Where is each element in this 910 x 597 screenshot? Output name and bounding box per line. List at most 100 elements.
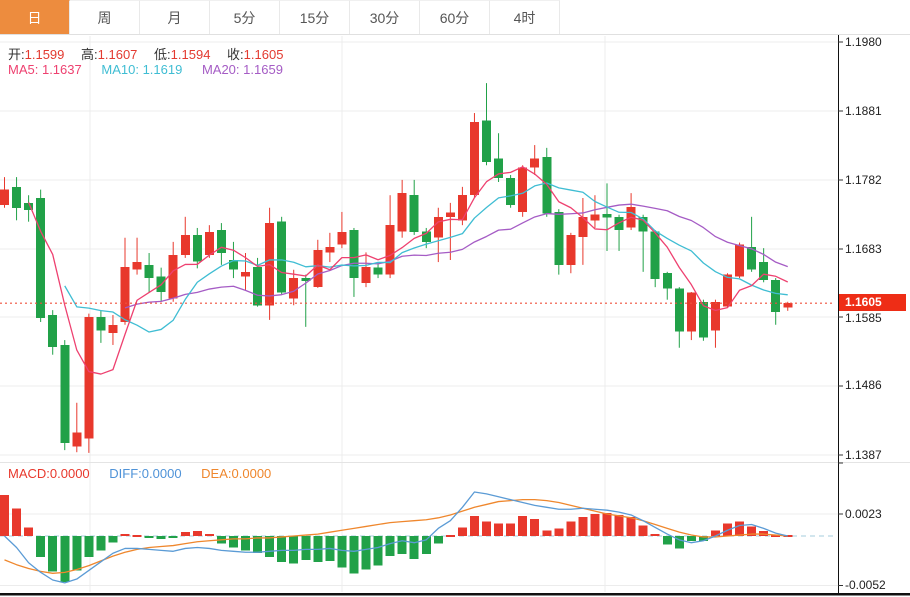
candle-body: [60, 345, 69, 443]
macd-bar: [121, 534, 130, 536]
candle: [590, 195, 599, 228]
macd-bar: [482, 522, 491, 536]
candle: [747, 217, 756, 272]
ma20-value: 1.1659: [243, 62, 283, 77]
open-label: 开:: [8, 47, 25, 62]
ohlc-legend: 开:1.1599 高:1.1607 低:1.1594 收:1.1605: [8, 44, 296, 63]
candle-body: [735, 245, 744, 277]
candle-body: [108, 325, 117, 333]
candle: [771, 278, 780, 325]
close-label: 收:: [227, 47, 244, 62]
macd-bar: [12, 508, 21, 536]
candle: [627, 193, 636, 230]
macd-bar: [398, 536, 407, 554]
candle: [554, 209, 563, 274]
candle-body: [566, 235, 575, 265]
candle: [121, 238, 130, 325]
macd-value-legend: MACD:0.0000: [8, 466, 90, 481]
ma10-value: 1.1619: [143, 62, 183, 77]
candle: [735, 243, 744, 279]
candle: [530, 145, 539, 175]
tab-4hour[interactable]: 4时: [490, 0, 560, 34]
candle: [410, 180, 419, 235]
candle: [133, 238, 142, 275]
tab-month[interactable]: 月: [140, 0, 210, 34]
macd-bar: [48, 536, 57, 571]
candle: [482, 83, 491, 165]
macd-bar: [735, 522, 744, 536]
macd-bar: [24, 527, 33, 536]
tab-5min[interactable]: 5分: [210, 0, 280, 34]
macd-bar: [0, 495, 9, 536]
tab-day[interactable]: 日: [0, 0, 70, 34]
candle: [506, 175, 515, 208]
candle: [386, 195, 395, 278]
open-value: 1.1599: [25, 47, 65, 62]
timeframe-tabbar: 日 周 月 5分 15分 30分 60分 4时: [0, 0, 910, 35]
candle: [337, 212, 346, 248]
macd-axis-label: -0.0052: [845, 578, 886, 592]
candle-body: [133, 262, 142, 270]
candle: [0, 177, 9, 208]
macd-bar: [687, 536, 696, 541]
macd-bar: [337, 536, 346, 568]
candle-body: [241, 272, 250, 277]
price-axis-label: 1.1683: [845, 242, 882, 256]
candle: [72, 403, 81, 452]
macd-bar: [627, 517, 636, 536]
price-axis-label: 1.1585: [845, 311, 882, 325]
candle: [108, 315, 117, 345]
macd-bar: [205, 534, 214, 536]
macd-bar: [60, 536, 69, 582]
price-macd-chart-canvas[interactable]: [0, 0, 910, 597]
candle: [615, 215, 624, 251]
candle-body: [554, 212, 563, 265]
current-price-badge: 1.1605: [839, 294, 906, 311]
candle: [578, 198, 587, 265]
tab-15min[interactable]: 15分: [280, 0, 350, 34]
ma5-legend: MA5: 1.1637: [8, 62, 82, 77]
macd-bar: [506, 524, 515, 536]
diff-value-legend: DIFF:0.0000: [109, 466, 181, 481]
tab-30min[interactable]: 30分: [350, 0, 420, 34]
candle-body: [783, 303, 792, 307]
tab-week[interactable]: 周: [70, 0, 140, 34]
macd-bar: [349, 536, 358, 573]
candle-body: [362, 267, 371, 283]
candle-body: [458, 195, 467, 220]
candle-body: [494, 158, 503, 178]
tab-60min[interactable]: 60分: [420, 0, 490, 34]
candle-body: [325, 247, 334, 253]
candle-body: [446, 213, 455, 217]
price-axis-label: 1.1782: [845, 173, 882, 187]
ma10-legend: MA10: 1.1619: [101, 62, 182, 77]
candle-body: [12, 187, 21, 208]
candle-body: [193, 235, 202, 261]
candle: [651, 230, 660, 287]
macd-bar: [422, 536, 431, 554]
macd-bar: [108, 536, 117, 543]
candle-body: [289, 278, 298, 298]
candle-body: [663, 273, 672, 288]
macd-bar: [133, 535, 142, 537]
candle-body: [771, 280, 780, 312]
candle-body: [590, 215, 599, 221]
candle: [181, 217, 190, 258]
macd-bar: [663, 536, 672, 545]
macd-bar: [145, 536, 154, 538]
macd-bar: [169, 536, 178, 538]
candle-body: [349, 230, 358, 278]
candle-body: [72, 433, 81, 447]
macd-bar: [578, 517, 587, 536]
candle-body: [434, 217, 443, 238]
candle: [277, 217, 286, 295]
candle: [217, 223, 226, 265]
high-label: 高:: [81, 47, 98, 62]
candle-body: [96, 317, 105, 330]
candle-body: [337, 232, 346, 245]
kline-chart-window: 日 周 月 5分 15分 30分 60分 4时 开:1.1599 高:1.160…: [0, 0, 910, 597]
candle: [36, 190, 45, 322]
candle-body: [84, 317, 93, 438]
dea-value-legend: DEA:0.0000: [201, 466, 271, 481]
macd-bar: [301, 536, 310, 560]
